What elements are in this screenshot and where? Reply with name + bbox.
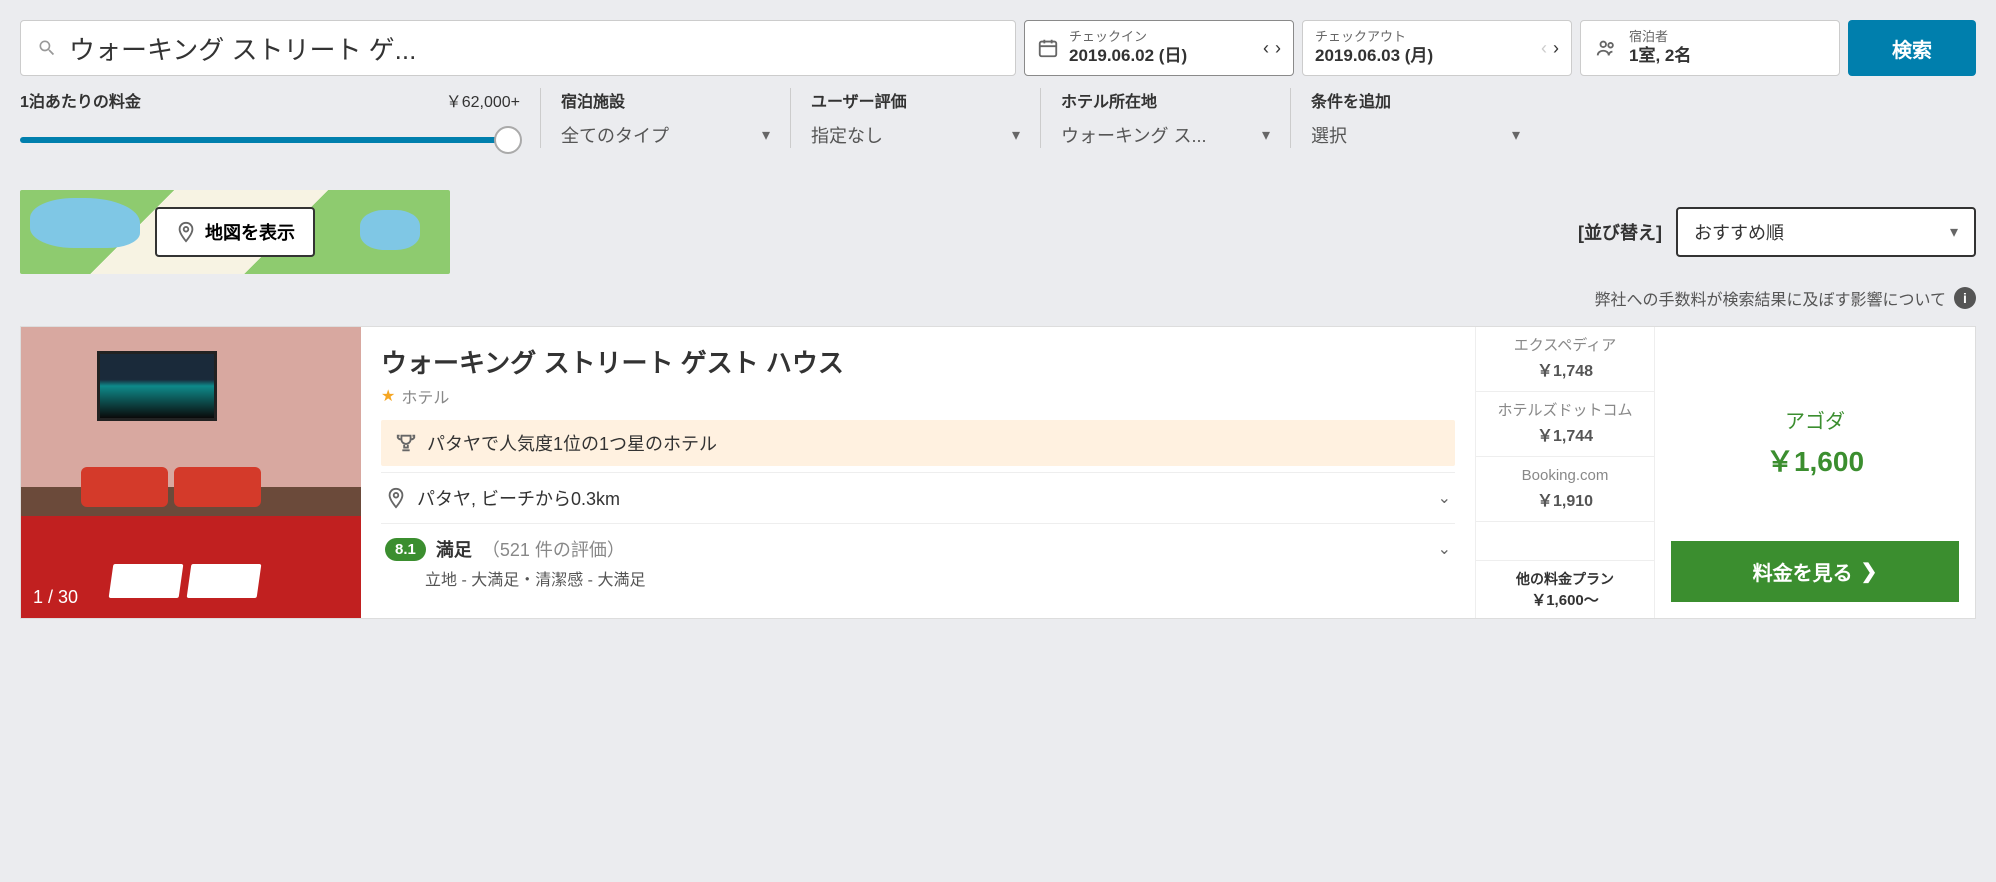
chevron-down-icon: ▾: [1950, 222, 1958, 242]
chevron-down-icon: ▾: [1262, 125, 1270, 145]
location-text: パタヤ, ビーチから0.3km: [417, 485, 620, 511]
other-plans[interactable]: 他の料金プラン ￥1,600～: [1476, 560, 1654, 618]
map-pin-icon: [175, 221, 197, 243]
search-icon: [37, 38, 57, 58]
hotel-name[interactable]: ウォーキング ストリート ゲスト ハウス: [381, 343, 1455, 380]
chevron-down-icon: ▾: [1012, 125, 1020, 145]
guests-icon: [1595, 37, 1617, 59]
rating-filter-select[interactable]: 指定なし ▾: [811, 122, 1020, 148]
mid-bar: 地図を表示 [並び替え] おすすめ順 ▾: [0, 178, 1996, 282]
more-filter-select[interactable]: 選択 ▾: [1311, 122, 1520, 148]
more-filter-value: 選択: [1311, 122, 1347, 148]
guests-value: 1室, 2名: [1629, 45, 1691, 67]
type-filter-select[interactable]: 全てのタイプ ▾: [561, 122, 770, 148]
slider-track: [20, 137, 520, 143]
rating-count: （521 件の評価）: [482, 536, 625, 562]
deal-price: ￥1,748: [1482, 357, 1648, 381]
hotel-photo[interactable]: 1 / 30: [21, 327, 361, 618]
deal-item[interactable]: エクスペディア ￥1,748: [1476, 327, 1654, 392]
deal-item[interactable]: ホテルズドットコム ￥1,744: [1476, 392, 1654, 457]
trophy-icon: [395, 432, 417, 454]
rating-filter-value: 指定なし: [811, 122, 883, 148]
chevron-down-icon: ▾: [762, 125, 770, 145]
deals-column: エクスペディア ￥1,748 ホテルズドットコム ￥1,744 Booking.…: [1475, 327, 1655, 618]
view-deal-label: 料金を見る: [1753, 557, 1853, 586]
view-deal-button[interactable]: 料金を見る ❯: [1671, 541, 1959, 602]
wall-art: [97, 351, 217, 421]
checkin-next-icon[interactable]: ›: [1275, 38, 1281, 59]
other-plans-price: ￥1,600～: [1484, 589, 1646, 610]
chevron-down-icon: ⌄: [1438, 488, 1451, 508]
deal-provider: ホテルズドットコム: [1482, 402, 1648, 420]
best-deal-price: ￥1,600: [1766, 440, 1864, 480]
checkout-picker[interactable]: チェックアウト 2019.06.03 (月) ‹ ›: [1302, 20, 1572, 76]
checkin-prev-icon[interactable]: ‹: [1263, 38, 1269, 59]
checkout-value: 2019.06.03 (月): [1315, 45, 1433, 67]
deal-provider: Booking.com: [1482, 467, 1648, 485]
deal-item[interactable]: Booking.com ￥1,910: [1476, 457, 1654, 522]
deal-provider: エクスペディア: [1482, 337, 1648, 355]
fee-note-text: 弊社への手数料が検索結果に及ぼす影響について: [1594, 286, 1946, 310]
location-filter-label: ホテル所在地: [1061, 88, 1270, 112]
info-icon[interactable]: i: [1954, 287, 1976, 309]
sort-wrap: [並び替え] おすすめ順 ▾: [1578, 207, 1976, 257]
search-input[interactable]: ウォーキング ストリート ゲ...: [69, 30, 999, 67]
location-row[interactable]: パタヤ, ビーチから0.3km ⌄: [381, 472, 1455, 523]
rating-filter-label: ユーザー評価: [811, 88, 1020, 112]
type-filter-label: 宿泊施設: [561, 88, 770, 112]
price-filter-label: 1泊あたりの料金: [20, 88, 141, 112]
checkin-label: チェックイン: [1069, 29, 1187, 46]
search-input-wrap[interactable]: ウォーキング ストリート ゲ...: [20, 20, 1016, 76]
slider-handle[interactable]: [494, 126, 522, 154]
hotel-type: ★ ホテル: [381, 384, 1455, 408]
chevron-right-icon: ❯: [1861, 559, 1878, 584]
chevron-down-icon: ⌄: [1438, 539, 1451, 559]
award-banner: パタヤで人気度1位の1つ星のホテル: [381, 420, 1455, 466]
checkin-picker[interactable]: チェックイン 2019.06.02 (日) ‹ ›: [1024, 20, 1294, 76]
deal-price: ￥1,744: [1482, 422, 1648, 446]
pillows: [81, 467, 261, 507]
hotel-type-label: ホテル: [401, 384, 449, 408]
show-map-button[interactable]: 地図を表示: [155, 207, 315, 257]
rating-row[interactable]: 8.1 満足 （521 件の評価） ⌄ 立地 - 大満足・清潔感 - 大満足: [381, 523, 1455, 602]
fee-note[interactable]: 弊社への手数料が検索結果に及ぼす影響について i: [0, 282, 1996, 326]
map-pin-icon: [385, 487, 407, 509]
rating-word: 満足: [436, 536, 472, 562]
checkout-prev-icon[interactable]: ‹: [1541, 38, 1547, 59]
sort-value: おすすめ順: [1694, 219, 1784, 245]
best-deal-column: アゴダ ￥1,600 料金を見る ❯: [1655, 327, 1975, 618]
rating-detail: 立地 - 大満足・清潔感 - 大満足: [425, 566, 1451, 590]
hotel-main-info: ウォーキング ストリート ゲスト ハウス ★ ホテル パタヤで人気度1位の1つ星…: [361, 327, 1475, 618]
checkout-next-icon[interactable]: ›: [1553, 38, 1559, 59]
guests-picker[interactable]: 宿泊者 1室, 2名: [1580, 20, 1840, 76]
location-filter-select[interactable]: ウォーキング ス... ▾: [1061, 122, 1270, 148]
chevron-down-icon: ▾: [1512, 125, 1520, 145]
type-filter-value: 全てのタイプ: [561, 122, 669, 148]
sort-select[interactable]: おすすめ順 ▾: [1676, 207, 1976, 257]
checkout-label: チェックアウト: [1315, 29, 1433, 46]
more-filter-label: 条件を追加: [1311, 88, 1520, 112]
calendar-icon: [1037, 37, 1059, 59]
search-bar: ウォーキング ストリート ゲ... チェックイン 2019.06.02 (日) …: [0, 0, 1996, 88]
best-deal-provider: アゴダ: [1785, 405, 1845, 434]
price-filter-max: ￥62,000+: [446, 88, 520, 112]
hotel-result-card: 1 / 30 ウォーキング ストリート ゲスト ハウス ★ ホテル パタヤで人気…: [20, 326, 1976, 619]
rating-score-badge: 8.1: [385, 538, 426, 561]
price-slider[interactable]: [20, 126, 520, 156]
other-plans-label: 他の料金プラン: [1484, 569, 1646, 589]
map-preview[interactable]: 地図を表示: [20, 190, 450, 274]
search-button[interactable]: 検索: [1848, 20, 1976, 76]
award-text: パタヤで人気度1位の1つ星のホテル: [427, 430, 717, 456]
star-icon: ★: [381, 386, 395, 406]
sort-label: [並び替え]: [1578, 219, 1662, 245]
guests-label: 宿泊者: [1629, 29, 1691, 46]
deal-price: ￥1,910: [1482, 487, 1648, 511]
filters-bar: 1泊あたりの料金 ￥62,000+ 宿泊施設 全てのタイプ ▾ ユーザー評価 指…: [0, 88, 1996, 178]
checkin-value: 2019.06.02 (日): [1069, 45, 1187, 67]
towels: [111, 564, 259, 598]
photo-counter: 1 / 30: [33, 587, 78, 608]
map-button-label: 地図を表示: [205, 219, 295, 245]
location-filter-value: ウォーキング ス...: [1061, 122, 1206, 148]
